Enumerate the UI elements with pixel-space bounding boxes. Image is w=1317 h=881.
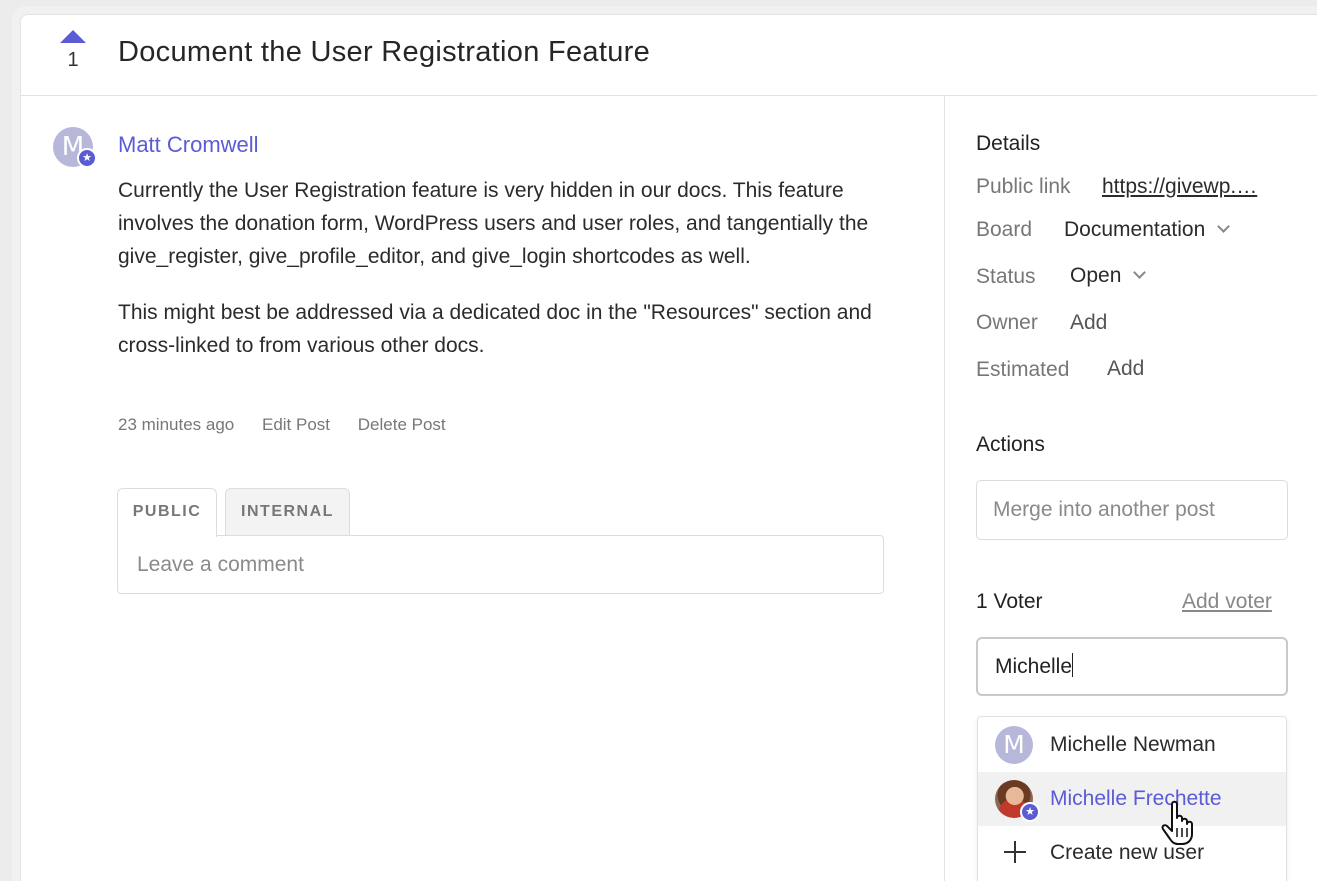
hand-cursor-icon	[1161, 800, 1193, 845]
create-new-user-option[interactable]: Create new user	[978, 826, 1286, 880]
post-meta: 23 minutes ago Edit Post Delete Post	[118, 415, 469, 435]
estimated-add-button[interactable]: Add	[1107, 357, 1144, 381]
merge-post-input[interactable]: Merge into another post	[976, 480, 1288, 540]
upvote-arrow-icon[interactable]	[60, 30, 86, 43]
status-label: Status	[976, 265, 1036, 288]
add-voter-link[interactable]: Add voter	[1182, 590, 1272, 614]
comment-input[interactable]: Leave a comment	[117, 535, 884, 594]
admin-star-icon: ★	[77, 148, 97, 168]
owner-label: Owner	[976, 311, 1038, 334]
suggestion-michelle-newman[interactable]: M Michelle Newman	[978, 718, 1286, 772]
post-title: Document the User Registration Feature	[118, 36, 651, 68]
author-name[interactable]: Matt Cromwell	[118, 132, 259, 158]
suggestion-michelle-frechette[interactable]: ★ Michelle Frechette	[978, 772, 1286, 826]
admin-star-icon: ★	[1020, 802, 1040, 822]
status-value: Open	[1070, 264, 1122, 287]
details-heading: Details	[976, 132, 1041, 155]
edit-post-link[interactable]: Edit Post	[262, 415, 330, 434]
actions-heading: Actions	[976, 433, 1045, 456]
plus-icon	[1004, 841, 1026, 863]
voter-search-input[interactable]: Michelle	[976, 637, 1288, 696]
text-caret	[1072, 653, 1074, 678]
voter-suggestions-dropdown: M Michelle Newman ★ Michelle Frechette C…	[977, 716, 1287, 881]
post-paragraph: This might best be addressed via a dedic…	[118, 301, 872, 357]
tab-internal[interactable]: INTERNAL	[225, 488, 350, 536]
post-body: Currently the User Registration feature …	[118, 174, 888, 385]
owner-add-button[interactable]: Add	[1070, 311, 1107, 335]
post-paragraph: Currently the User Registration feature …	[118, 179, 869, 268]
status-select[interactable]: Open	[1070, 264, 1147, 288]
estimated-label: Estimated	[976, 358, 1070, 381]
tab-public[interactable]: PUBLIC	[117, 488, 217, 537]
suggestion-name: Michelle Frechette	[1050, 787, 1222, 810]
column-divider	[944, 96, 945, 881]
board-value: Documentation	[1064, 218, 1206, 241]
suggestion-name: Michelle Newman	[1050, 733, 1216, 756]
avatar: M	[995, 726, 1033, 764]
public-link-label: Public link	[976, 175, 1071, 198]
chevron-down-icon	[1217, 220, 1231, 233]
vote-count: 1	[67, 49, 79, 71]
post-timestamp: 23 minutes ago	[118, 415, 235, 434]
public-link[interactable]: https://givewp.…	[1102, 175, 1284, 199]
delete-post-link[interactable]: Delete Post	[358, 415, 446, 434]
voter-count: 1 Voter	[976, 590, 1043, 613]
board-label: Board	[976, 218, 1033, 241]
upvote-widget[interactable]: 1	[56, 30, 90, 71]
board-select[interactable]: Documentation	[1064, 218, 1231, 242]
header-divider	[21, 95, 1317, 96]
voter-search-value: Michelle	[995, 655, 1073, 678]
chevron-down-icon	[1133, 266, 1147, 279]
